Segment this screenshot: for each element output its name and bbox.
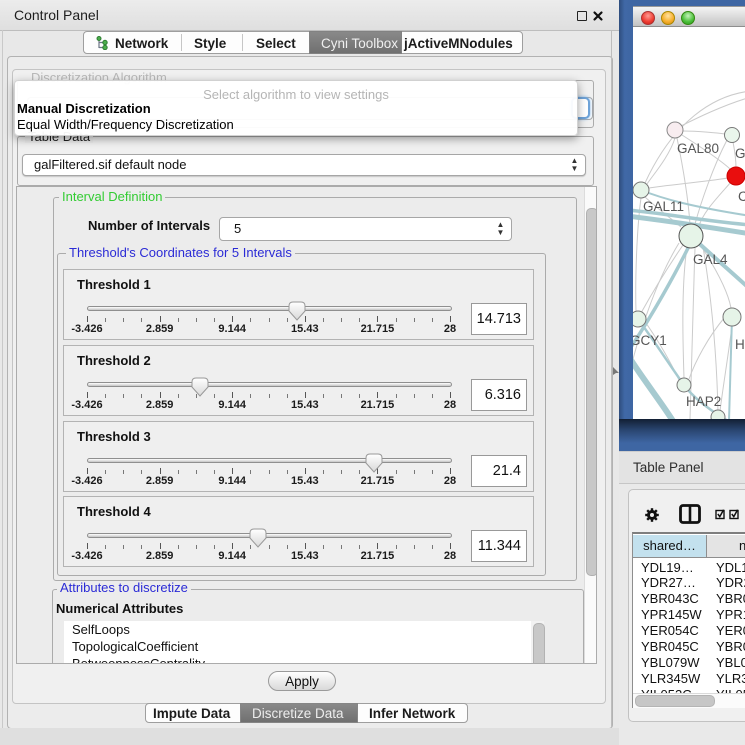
svg-text:GCY1: GCY1	[633, 333, 667, 348]
svg-text:HIS: HIS	[735, 337, 745, 352]
svg-text:GAL80: GAL80	[677, 141, 719, 156]
svg-text:GAL4: GAL4	[693, 252, 728, 267]
svg-text:HAP2: HAP2	[686, 394, 721, 409]
svg-text:GAL3: GAL3	[735, 146, 745, 161]
svg-text:GAL11: GAL11	[643, 199, 684, 214]
svg-text:CDC1: CDC1	[738, 189, 745, 204]
